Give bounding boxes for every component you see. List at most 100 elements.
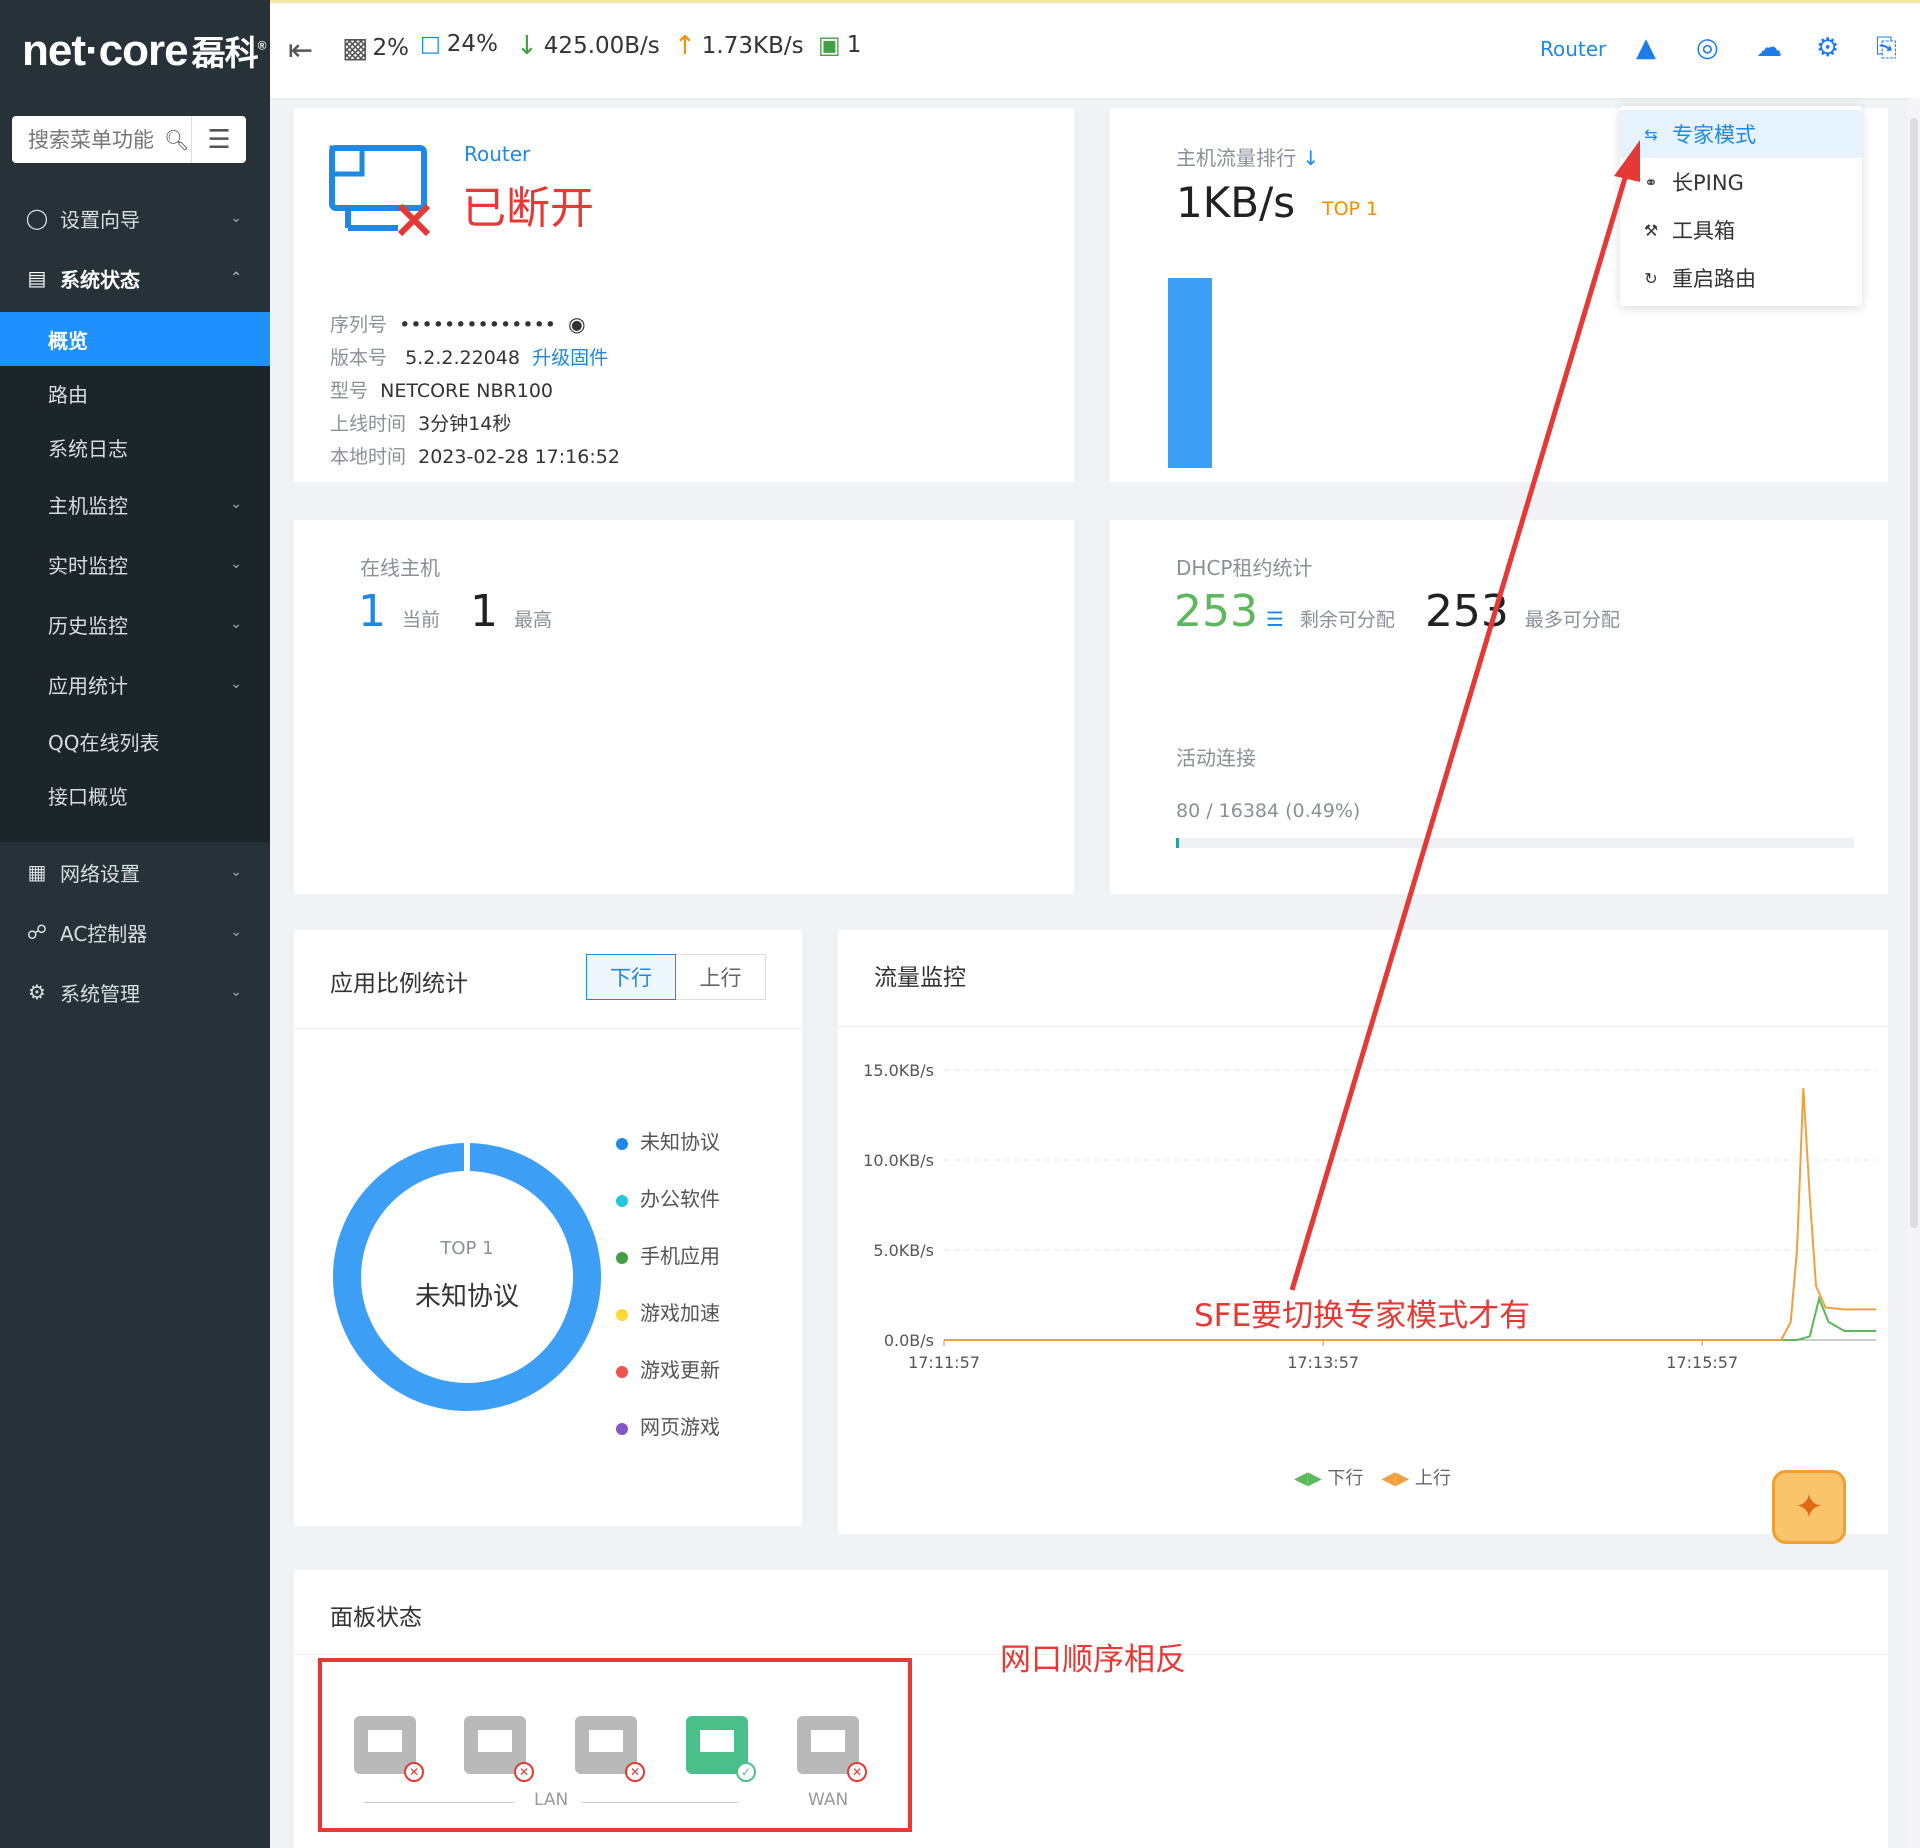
localtime-value: 2023-02-28 17:16:52 — [418, 446, 620, 468]
menu-item-setup-wizard[interactable]: ◯ 设置向导 ⌄ — [0, 188, 270, 248]
collapse-menu-icon[interactable]: ⇤ — [288, 33, 313, 68]
scrollbar-track[interactable] — [1908, 98, 1920, 1848]
conn-title: 活动连接 — [1176, 746, 1256, 770]
legend-item[interactable]: 网页游戏 — [616, 1399, 720, 1456]
cloud-upload-icon[interactable]: ☁ — [1756, 33, 1782, 63]
download-stat: ↓ 425.00B/s — [516, 31, 660, 61]
app-ratio-card: 应用比例统计 下行 上行 TOP 1 未知协议 未知协议 办公软件 手机应用 游戏加速… — [294, 930, 802, 1526]
serial-value: •••••••••••••• — [399, 314, 557, 336]
chevron-down-icon: ⌄ — [230, 496, 242, 512]
dropdown-item-expert-mode[interactable]: ⇆ 专家模式 — [1620, 110, 1862, 158]
logout-icon[interactable]: ⎘ — [1876, 33, 1897, 64]
top-header: ⇤ ▩ 2% □ 24% ↓ 425.00B/s ↑ 1.73KB/s ▣ 1 … — [270, 0, 1920, 98]
chart-legend: ◀▶ 下行 ◀▶ 上行 — [1294, 1464, 1451, 1490]
x-tick-label: 17:15:57 — [1666, 1353, 1738, 1372]
tshirt-icon[interactable]: ▲ — [1636, 33, 1656, 63]
x-tick-label: 17:11:57 — [908, 1353, 980, 1372]
monitor-icon: ▣ — [818, 31, 841, 59]
globe-icon[interactable]: ◎ — [1696, 33, 1719, 63]
compass-icon: ◯ — [25, 206, 49, 230]
menu-label: 设置向导 — [60, 207, 140, 232]
port-annotation: 网口顺序相反 — [1000, 1642, 1186, 1678]
tab-upload[interactable]: 上行 — [676, 954, 766, 1000]
menu-item-ac-controller[interactable]: ☍ AC控制器 ⌄ — [0, 902, 270, 962]
settings-icon[interactable]: ⚙ — [1816, 33, 1839, 63]
dropdown-label: 专家模式 — [1672, 123, 1756, 147]
wrench-icon: ⚒ — [1643, 220, 1659, 240]
model-value: NETCORE NBR100 — [380, 380, 554, 402]
legend-label: 游戏更新 — [640, 1358, 720, 1382]
eye-icon[interactable]: ◉ — [568, 312, 585, 336]
sort-down-icon: ↓ — [1302, 146, 1320, 170]
legend-dot-icon — [616, 1365, 628, 1378]
router-status: 已断开 — [462, 183, 594, 234]
topology-icon: ☍ — [26, 920, 48, 944]
traffic-rank-title[interactable]: 主机流量排行 ↓ — [1176, 142, 1319, 171]
scrollbar-thumb[interactable] — [1910, 118, 1918, 1228]
conn-progress-track — [1176, 838, 1854, 848]
online-current-label: 当前 — [402, 609, 441, 631]
sub-item-overview[interactable]: 概览 — [0, 312, 270, 366]
sub-item-realtime-monitor[interactable]: 实时监控 ⌄ — [0, 534, 270, 594]
sub-item-history-monitor[interactable]: 历史监控 ⌄ — [0, 594, 270, 654]
serial-label: 序列号 — [330, 314, 388, 336]
y-tick-label: 15.0KB/s — [863, 1061, 934, 1080]
legend-item[interactable]: 游戏加速 — [616, 1285, 720, 1342]
sub-label: 路由 — [48, 382, 88, 407]
search-input[interactable] — [12, 116, 162, 163]
sub-item-syslog[interactable]: 系统日志 — [0, 420, 270, 474]
legend-dot-icon — [616, 1308, 628, 1321]
legend-download-marker-icon: ◀▶ — [1294, 1468, 1322, 1489]
legend-item[interactable]: 未知协议 — [616, 1114, 720, 1171]
legend-label: 办公软件 — [640, 1187, 720, 1211]
pulse-icon: ▤ — [27, 266, 47, 290]
version-row: 版本号 5.2.2.22048 升级固件 — [330, 342, 620, 375]
bird-widget-icon[interactable]: ✦ — [1772, 1470, 1846, 1544]
sub-item-host-monitor[interactable]: 主机监控 ⌄ — [0, 474, 270, 534]
chevron-down-icon: ⌄ — [230, 864, 242, 880]
uptime-row: 上线时间 3分钟14秒 — [330, 408, 620, 441]
legend-upload[interactable]: ◀▶ 上行 — [1381, 1464, 1450, 1490]
search-icon[interactable]: 🔍︎ — [162, 128, 191, 152]
dhcp-remaining-label: 剩余可分配 — [1299, 609, 1395, 631]
hosts-stat: ▣ 1 — [818, 31, 861, 59]
menu-item-system-status[interactable]: ▤ 系统状态 ⌃ — [0, 248, 270, 308]
dropdown-item-toolbox[interactable]: ⚒ 工具箱 — [1620, 206, 1862, 254]
port-highlight-box — [318, 1658, 912, 1832]
menu-toggle-icon[interactable]: ☰ — [191, 116, 246, 163]
logo-mark: ® — [257, 38, 267, 53]
dropdown-item-reboot[interactable]: ↻ 重启路由 — [1620, 254, 1862, 302]
chevron-down-icon: ⌄ — [230, 676, 242, 692]
legend-item[interactable]: 办公软件 — [616, 1171, 720, 1228]
sub-item-qq-list[interactable]: QQ在线列表 — [0, 714, 270, 768]
list-icon[interactable]: ☰ — [1266, 607, 1284, 631]
dhcp-max-label: 最多可分配 — [1524, 609, 1620, 631]
legend-download[interactable]: ◀▶ 下行 — [1294, 1464, 1363, 1490]
dhcp-remaining: 253 — [1174, 586, 1258, 637]
sub-item-app-stats[interactable]: 应用统计 ⌄ — [0, 654, 270, 714]
legend-item[interactable]: 游戏更新 — [616, 1342, 720, 1399]
router-info: 序列号 •••••••••••••• ◉ 版本号 5.2.2.22048 升级固… — [330, 308, 620, 474]
sub-label: 历史监控 — [48, 613, 128, 638]
gear-icon: ⚙ — [28, 980, 46, 1004]
dhcp-card: DHCP租约统计 253 ☰ 剩余可分配 253 最多可分配 活动连接 80 /… — [1110, 520, 1888, 894]
online-hosts-values: 1 当前 1 最高 — [358, 586, 552, 637]
hosts-value: 1 — [846, 32, 862, 58]
legend-item[interactable]: 手机应用 — [616, 1228, 720, 1285]
tab-download[interactable]: 下行 — [586, 954, 676, 1000]
sub-item-interface-overview[interactable]: 接口概览 — [0, 768, 270, 822]
traffic-rank-value: 1KB/s — [1176, 178, 1296, 227]
cpu-stat: ▩ 2% — [342, 31, 409, 64]
legend-label: 网页游戏 — [640, 1415, 720, 1439]
divider — [838, 1026, 1888, 1027]
switch-icon: ⇆ — [1644, 124, 1658, 144]
cpu-icon: ▩ — [342, 31, 369, 64]
router-link[interactable]: Router — [1540, 37, 1606, 61]
dropdown-item-long-ping[interactable]: ⚭ 长PING — [1620, 158, 1862, 206]
menu-item-network-settings[interactable]: ▦ 网络设置 ⌄ — [0, 842, 270, 902]
conn-value: 80 / 16384 (0.49%) — [1176, 800, 1361, 822]
sub-item-route[interactable]: 路由 — [0, 366, 270, 420]
online-hosts-title: 在线主机 — [360, 556, 440, 580]
menu-item-system-admin[interactable]: ⚙ 系统管理 ⌄ — [0, 962, 270, 1022]
upgrade-firmware-link[interactable]: 升级固件 — [532, 347, 608, 369]
